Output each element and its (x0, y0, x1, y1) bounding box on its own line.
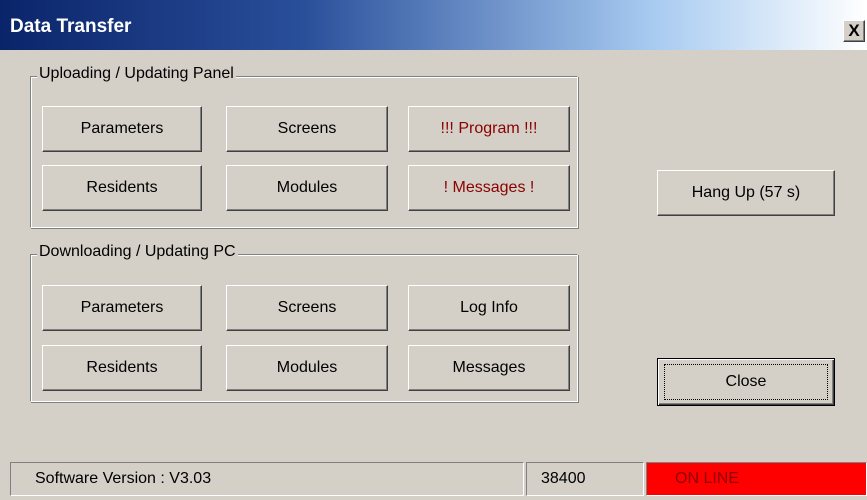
download-residents-button[interactable]: Residents (42, 345, 202, 391)
download-group-label: Downloading / Updating PC (37, 243, 238, 261)
download-log-info-button[interactable]: Log Info (408, 285, 570, 331)
status-version-cell: Software Version : V3.03 (10, 462, 524, 496)
hang-up-button[interactable]: Hang Up (57 s) (657, 170, 835, 216)
title-bar[interactable]: Data Transfer X (0, 0, 867, 50)
window-title: Data Transfer (10, 16, 132, 37)
upload-group-label: Uploading / Updating Panel (37, 65, 236, 83)
focus-rectangle (664, 364, 828, 400)
upload-residents-button[interactable]: Residents (42, 165, 202, 211)
download-messages-button[interactable]: Messages (408, 345, 570, 391)
upload-screens-button[interactable]: Screens (226, 106, 388, 152)
connection-status-text: ON LINE (675, 470, 740, 487)
software-version-text: Software Version : V3.03 (35, 470, 212, 487)
download-modules-button[interactable]: Modules (226, 345, 388, 391)
status-bar: Software Version : V3.03 38400 ON LINE (10, 462, 867, 496)
data-transfer-window: Data Transfer X Uploading / Updating Pan… (0, 0, 867, 500)
status-baud-cell: 38400 (526, 462, 644, 496)
close-window-icon[interactable]: X (843, 20, 865, 42)
upload-parameters-button[interactable]: Parameters (42, 106, 202, 152)
upload-program-button[interactable]: !!! Program !!! (408, 106, 570, 152)
download-screens-button[interactable]: Screens (226, 285, 388, 331)
baud-rate-text: 38400 (541, 470, 586, 487)
upload-modules-button[interactable]: Modules (226, 165, 388, 211)
upload-messages-button[interactable]: ! Messages ! (408, 165, 570, 211)
connection-status-badge: ON LINE (646, 462, 867, 496)
download-parameters-button[interactable]: Parameters (42, 285, 202, 331)
close-button[interactable]: Close (657, 358, 835, 406)
